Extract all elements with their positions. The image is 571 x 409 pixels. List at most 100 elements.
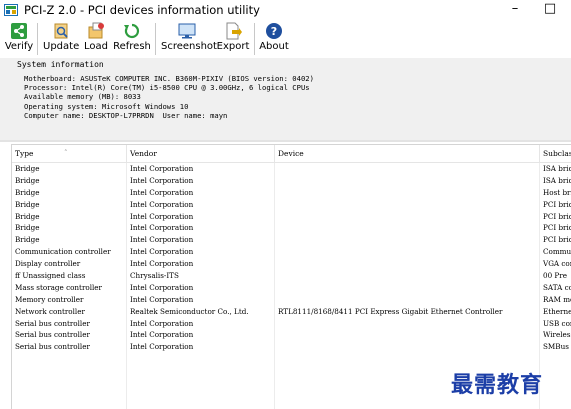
system-info-line: Available memory (MB): 8033: [24, 92, 141, 102]
table-row[interactable]: Bridge Intel Corporation PCI bridge: [12, 199, 571, 211]
about-label: About: [259, 41, 289, 52]
cell-subclass: PCI bridge: [543, 235, 571, 245]
column-header-type-label: Type: [15, 149, 34, 158]
title-bar: PCI-Z 2.0 - PCI devices information util…: [0, 0, 571, 20]
minimize-button[interactable]: –: [500, 0, 530, 20]
cell-device: [275, 258, 540, 270]
cell-vendor: Intel Corporation: [130, 187, 194, 197]
cell-vendor: Intel Corporation: [130, 318, 194, 328]
splitter[interactable]: [0, 140, 571, 142]
cell-device: [275, 187, 540, 199]
table-row[interactable]: Network controller Realtek Semiconductor …: [12, 306, 571, 318]
cell-subclass: Wireless: [543, 330, 571, 340]
share-icon: [4, 22, 34, 40]
cell-vendor: Intel Corporation: [130, 235, 194, 245]
cell-type: Bridge: [15, 235, 40, 245]
cell-device: [275, 318, 540, 330]
monitor-icon: [161, 22, 213, 40]
cell-subclass: PCI bridge: [543, 211, 571, 221]
maximize-button[interactable]: □: [535, 0, 565, 20]
cell-vendor: Chrysalis-ITS: [130, 271, 179, 281]
load-label: Load: [84, 41, 108, 52]
table-row[interactable]: Serial bus controller Intel Corporation Wi…: [12, 329, 571, 341]
cell-vendor: Intel Corporation: [130, 342, 194, 352]
watermark-text: 最需教育: [451, 372, 544, 398]
column-header-subclass[interactable]: Subclass: [540, 145, 571, 162]
table-row[interactable]: Communication controller Intel Corporatio…: [12, 246, 571, 258]
cell-device: [275, 329, 540, 341]
table-header: Type ˄ Vendor Device Subclass: [12, 145, 571, 163]
cell-subclass: SMBus: [543, 342, 569, 352]
screenshot-button[interactable]: Screenshot: [161, 20, 217, 58]
cell-type: Memory controller: [15, 294, 84, 304]
cell-subclass: Ethernet: [543, 306, 571, 316]
cell-type: Bridge: [15, 187, 40, 197]
cell-type: Bridge: [15, 164, 40, 173]
export-label: Export: [216, 41, 250, 52]
table-row[interactable]: Bridge Intel Corporation ISA bridge: [12, 175, 571, 187]
cell-vendor: Intel Corporation: [130, 199, 194, 209]
cell-vendor: Intel Corporation: [130, 294, 194, 304]
update-label: Update: [43, 41, 80, 52]
svg-text:?: ?: [271, 25, 277, 38]
table-row[interactable]: Serial bus controller Intel Corporation US…: [12, 318, 571, 330]
verify-button[interactable]: Verify: [4, 20, 34, 58]
cell-vendor: Intel Corporation: [130, 282, 194, 292]
cell-subclass: PCI bridge: [543, 223, 571, 233]
cell-type: Serial bus controller: [15, 330, 90, 340]
cell-vendor: Intel Corporation: [130, 223, 194, 233]
system-info-line: Operating system: Microsoft Windows 10: [24, 101, 189, 111]
screenshot-label: Screenshot: [161, 41, 217, 52]
system-info-line: Computer name: DESKTOP-L7PRRDN User name…: [24, 110, 228, 120]
cell-vendor: Intel Corporation: [130, 330, 194, 340]
table-row[interactable]: Bridge Intel Corporation Host bridge: [12, 187, 571, 199]
refresh-button[interactable]: Refresh: [113, 20, 151, 58]
cell-subclass: VGA compatible: [543, 259, 571, 269]
cell-type: Bridge: [15, 199, 40, 209]
cell-subclass: USB controller: [543, 318, 571, 328]
cell-subclass: Host bridge: [543, 187, 571, 197]
column-header-device[interactable]: Device: [275, 145, 540, 162]
column-header-vendor[interactable]: Vendor: [127, 145, 275, 162]
cell-device: [275, 294, 540, 306]
sort-arrow-icon: ˄: [64, 149, 68, 157]
table-body: Bridge Intel Corporation ISA bridge Bridge I…: [12, 163, 571, 353]
cell-type: Serial bus controller: [15, 318, 90, 328]
cell-subclass: ISA bridge: [543, 175, 571, 185]
cell-device: RTL8111/8168/8411 PCI Express Gigabit Et…: [278, 306, 503, 316]
cell-type: Mass storage controller: [15, 282, 102, 292]
cell-subclass: Communication: [543, 247, 571, 257]
cell-device: [275, 175, 540, 187]
load-button[interactable]: Load: [82, 20, 110, 58]
table-row[interactable]: Bridge Intel Corporation PCI bridge: [12, 234, 571, 246]
update-button[interactable]: Update: [43, 20, 79, 58]
system-info-panel: System information Motherboard: ASUSTeK …: [0, 58, 571, 140]
toolbar-separator: [155, 23, 156, 55]
table-row[interactable]: Serial bus controller Intel Corporation SM…: [12, 341, 571, 353]
table-row[interactable]: Bridge Intel Corporation PCI bridge: [12, 211, 571, 223]
cell-type: Bridge: [15, 223, 40, 233]
toolbar-separator: [254, 23, 255, 55]
cell-subclass: RAM memory: [543, 294, 571, 304]
refresh-label: Refresh: [113, 41, 151, 52]
cell-type: Display controller: [15, 259, 81, 269]
export-button[interactable]: Export: [216, 20, 250, 58]
cell-type: ff Unassigned class: [15, 271, 86, 281]
table-row[interactable]: Display controller Intel Corporation VGA c…: [12, 258, 571, 270]
load-icon: [82, 22, 110, 40]
toolbar: Verify Update Load Refresh Screenshot Ex…: [0, 20, 571, 58]
cell-subclass: ISA bridge: [543, 164, 571, 173]
cell-vendor: Intel Corporation: [130, 259, 194, 269]
cell-vendor: Intel Corporation: [130, 247, 194, 257]
table-row[interactable]: Mass storage controller Intel Corporation…: [12, 282, 571, 294]
system-info-line: Processor: Intel(R) Core(TM) i5-8500 CPU…: [24, 83, 310, 93]
table-row[interactable]: Memory controller Intel Corporation RAM me…: [12, 294, 571, 306]
table-row[interactable]: Bridge Intel Corporation PCI bridge: [12, 222, 571, 234]
cell-type: Network controller: [15, 306, 85, 316]
about-button[interactable]: ? About: [259, 20, 289, 58]
table-row[interactable]: ff Unassigned class Chrysalis-ITS 00 Pre: [12, 270, 571, 282]
column-header-type[interactable]: Type ˄: [12, 145, 127, 162]
table-row[interactable]: Bridge Intel Corporation ISA bridge: [12, 163, 571, 175]
cell-device: [275, 282, 540, 294]
cell-vendor: Realtek Semiconductor Co., Ltd.: [130, 306, 249, 316]
